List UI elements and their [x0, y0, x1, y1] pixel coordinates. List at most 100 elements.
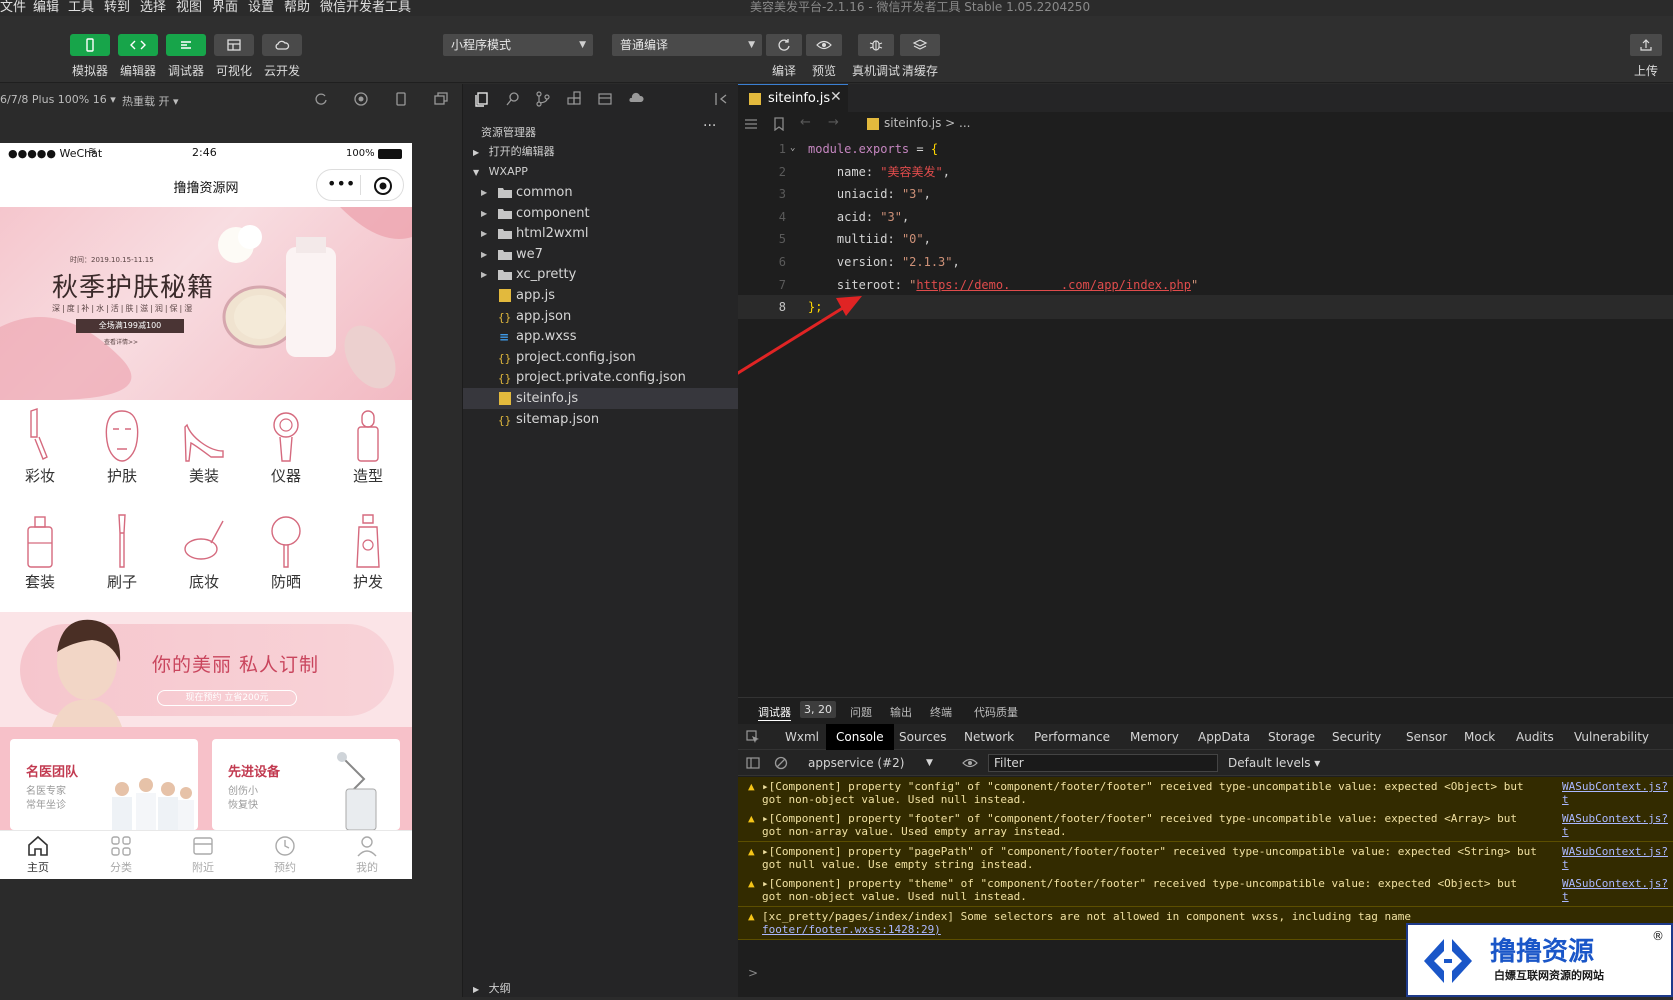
console-warning[interactable]: ▲ ▸[Component] property "theme" of "compo…: [738, 874, 1673, 908]
open-editors-section[interactable]: ▶ 打开的编辑器: [463, 142, 739, 162]
tree-item-xc-pretty[interactable]: ▶ xc_pretty: [463, 264, 739, 285]
warning-source-link[interactable]: WASubContext.js?t: [1562, 812, 1673, 838]
warning-source-link[interactable]: WASubContext.js?t: [1562, 780, 1673, 806]
arrow-right-icon[interactable]: →: [828, 115, 839, 130]
code-url[interactable]: https://demo. .com/app/index.php: [916, 278, 1191, 292]
compile-select[interactable]: 普通编译 ▼: [612, 34, 762, 56]
breadcrumb[interactable]: siteinfo.js > ...: [884, 116, 971, 130]
menu-file[interactable]: 文件: [0, 0, 26, 15]
menu-tools[interactable]: 工具: [68, 0, 94, 15]
tab-category[interactable]: 分类: [91, 834, 151, 875]
eye-icon[interactable]: [962, 756, 978, 770]
promo-book-button[interactable]: 现在预约 立省200元: [157, 690, 297, 706]
code-line[interactable]: 8};: [738, 295, 1673, 320]
warning-source-link[interactable]: WASubContext.js?t: [1562, 877, 1673, 903]
console-prompt[interactable]: >: [748, 966, 758, 980]
mode-select[interactable]: 小程序模式 ▼: [443, 34, 593, 56]
tree-item-we7[interactable]: ▶ we7: [463, 244, 739, 265]
menu-edit[interactable]: 编辑: [33, 0, 59, 15]
card-advanced-equipment[interactable]: 先进设备 创伤小 恢复快: [212, 739, 400, 830]
cloud-function-icon[interactable]: [628, 91, 644, 107]
compile-button[interactable]: [766, 34, 802, 56]
tab-mine[interactable]: 我的: [337, 834, 397, 875]
devtools-tab-appdata[interactable]: AppData: [1188, 724, 1260, 750]
close-miniprogram-icon[interactable]: [373, 176, 393, 196]
detach-window-icon[interactable]: [433, 91, 449, 107]
menu-view[interactable]: 视图: [176, 0, 202, 15]
panel-tab-terminal[interactable]: 终端: [930, 704, 952, 720]
wxapp-section[interactable]: ▼ WXAPP: [463, 162, 739, 182]
console-warning[interactable]: ▲ ▸[Component] property "pagePath" of "co…: [738, 841, 1673, 875]
clear-cache-button[interactable]: [900, 34, 940, 56]
devtools-tab-mock[interactable]: Mock: [1454, 724, 1505, 750]
code-line[interactable]: 5 multiid: "0",: [738, 227, 1673, 251]
tab-home[interactable]: 主页: [8, 834, 68, 875]
code-line[interactable]: 6 version: "2.1.3",: [738, 250, 1673, 274]
phone-frame-icon[interactable]: [393, 91, 409, 107]
bookmark-icon[interactable]: [772, 117, 786, 131]
devtools-tab-storage[interactable]: Storage: [1258, 724, 1325, 750]
code-line[interactable]: 2 name: "美容美发",: [738, 160, 1673, 184]
console-warning[interactable]: ▲ ▸[Component] property "footer" of "comp…: [738, 809, 1673, 843]
category-fashion[interactable]: 美装: [174, 407, 234, 486]
code-line[interactable]: 4 acid: "3",: [738, 205, 1673, 229]
source-control-icon[interactable]: [535, 91, 551, 107]
category-sunscreen[interactable]: 防晒: [256, 513, 316, 592]
record-icon[interactable]: [353, 91, 369, 107]
clear-console-icon[interactable]: [774, 756, 788, 770]
code-line[interactable]: 3 uniacid: "3",: [738, 182, 1673, 206]
extensions-icon[interactable]: [566, 91, 582, 107]
devtools-tab-network[interactable]: Network: [954, 724, 1024, 750]
code-line[interactable]: 7 siteroot: "https://demo. .com/app/inde…: [738, 273, 1673, 297]
tab-nearby[interactable]: 附近: [173, 834, 233, 875]
storage-icon[interactable]: [597, 91, 613, 107]
category-foundation[interactable]: 底妆: [174, 513, 234, 592]
preview-button[interactable]: [806, 34, 842, 56]
devtools-tab-memory[interactable]: Memory: [1120, 724, 1189, 750]
tree-item-app-json[interactable]: {} app.json: [463, 306, 739, 327]
remote-debug-button[interactable]: [858, 34, 894, 56]
menu-settings[interactable]: 设置: [248, 0, 274, 15]
simulator-button[interactable]: [70, 34, 110, 56]
menu-wechat-devtools[interactable]: 微信开发者工具: [320, 0, 411, 15]
menu-goto[interactable]: 转到: [104, 0, 130, 15]
upload-button[interactable]: [1630, 34, 1662, 56]
card-expert-team[interactable]: 名医团队 名医专家 常年坐诊: [10, 739, 198, 830]
category-haircare[interactable]: 护发: [338, 513, 398, 592]
warning-source-link[interactable]: WASubContext.js?t: [1562, 845, 1673, 871]
menu-help[interactable]: 帮助: [284, 0, 310, 15]
tab-booking[interactable]: 预约: [255, 834, 315, 875]
list-icon[interactable]: [744, 117, 758, 131]
tree-item-project-private-config-json[interactable]: {} project.private.config.json: [463, 367, 739, 388]
category-styling[interactable]: 造型: [338, 407, 398, 486]
tree-item-component[interactable]: ▶ component: [463, 203, 739, 224]
close-icon[interactable]: ✕: [830, 89, 842, 105]
category-set[interactable]: 套装: [10, 513, 70, 592]
devtools-tab-vulnerability[interactable]: Vulnerability: [1564, 724, 1659, 750]
cloud-button[interactable]: [262, 34, 302, 56]
context-select[interactable]: appservice (#2) ▼: [808, 754, 938, 772]
panel-tab-code-quality[interactable]: 代码质量: [974, 704, 1018, 720]
visual-button[interactable]: [214, 34, 254, 56]
more-dots-icon[interactable]: •••: [327, 174, 355, 193]
more-actions-icon[interactable]: ···: [703, 118, 716, 134]
console-warning[interactable]: ▲ ▸[Component] property "config" of "comp…: [738, 777, 1673, 810]
devtools-tab-console[interactable]: Console: [826, 724, 894, 750]
devtools-tab-security[interactable]: Security: [1322, 724, 1391, 750]
panel-tab-debugger[interactable]: 调试器: [758, 704, 791, 721]
tree-item-common[interactable]: ▶ common: [463, 182, 739, 203]
category-makeup[interactable]: 彩妆: [10, 407, 70, 486]
console-filter-input[interactable]: Filter: [988, 754, 1218, 772]
tree-item-html2wxml[interactable]: ▶ html2wxml: [463, 223, 739, 244]
devtools-tab-wxml[interactable]: Wxml: [775, 724, 829, 750]
devtools-tab-performance[interactable]: Performance: [1024, 724, 1120, 750]
debugger-button[interactable]: [166, 34, 206, 56]
rotate-icon[interactable]: [313, 91, 329, 107]
sidebar-toggle-icon[interactable]: [746, 756, 760, 770]
category-skincare[interactable]: 护肤: [92, 407, 152, 486]
menu-select[interactable]: 选择: [140, 0, 166, 15]
inspect-element-icon[interactable]: [746, 730, 760, 744]
tree-item-app-wxss[interactable]: ≡ app.wxss: [463, 326, 739, 347]
capsule-menu[interactable]: •••: [316, 169, 404, 201]
outline-section[interactable]: ▶ 大纲: [463, 979, 739, 999]
